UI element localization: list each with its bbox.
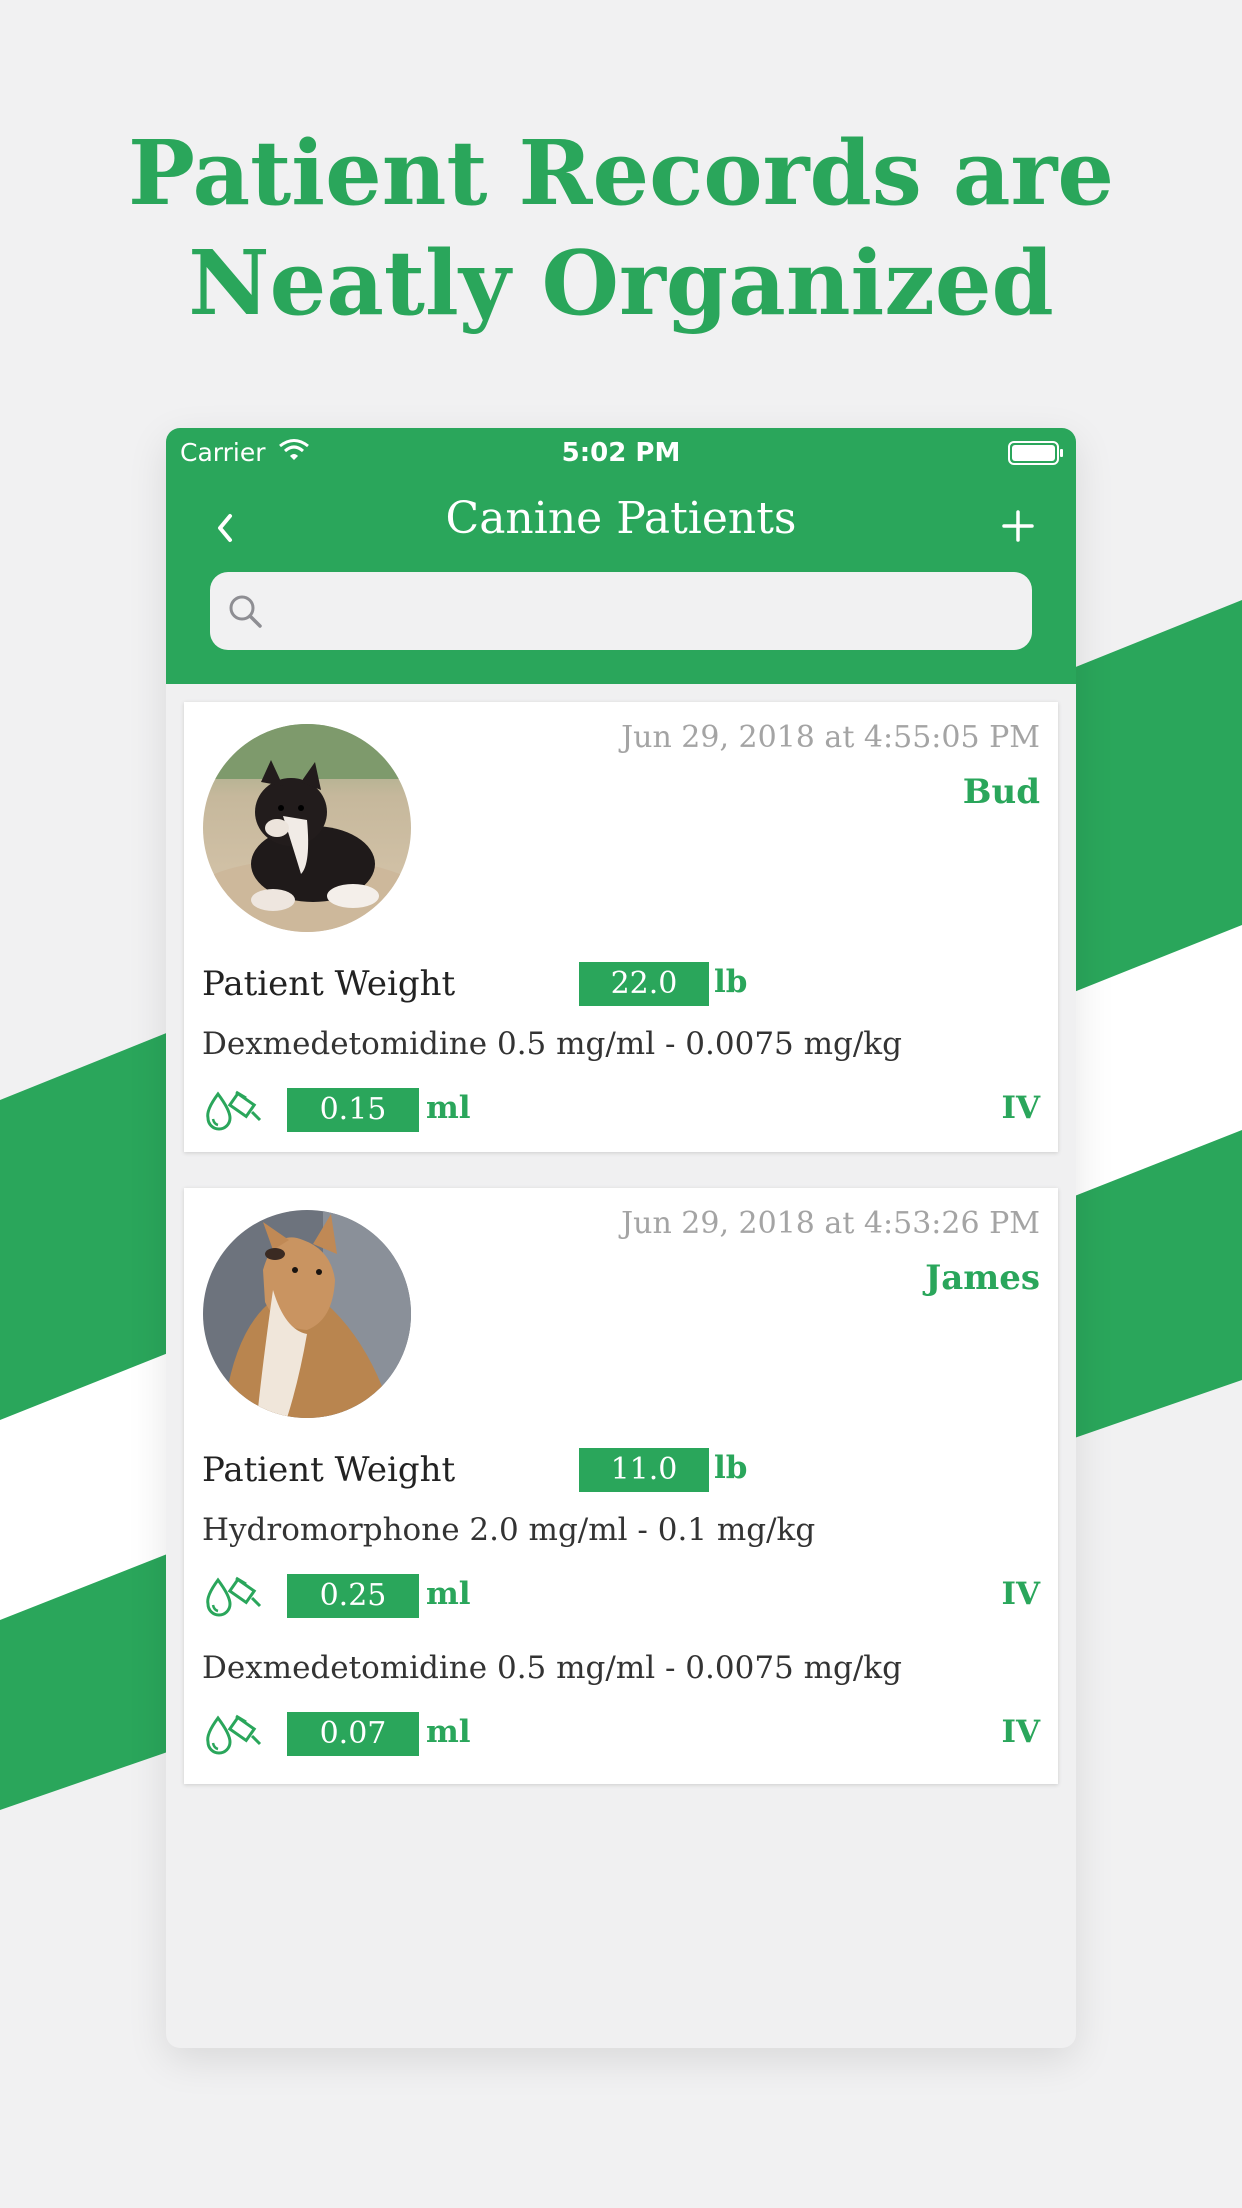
- patient-photo: [203, 1210, 411, 1418]
- weight-value: 11.0: [579, 1448, 709, 1492]
- patient-name: Bud: [962, 772, 1040, 812]
- patient-name: James: [925, 1258, 1040, 1298]
- patient-card[interactable]: Jun 29, 2018 at 4:55:05 PM Bud Patient W…: [184, 702, 1058, 1152]
- dose-unit: ml: [426, 1090, 471, 1126]
- headline: Patient Records are Neatly Organized: [0, 118, 1242, 338]
- dropper-syringe-icon: [206, 1714, 262, 1755]
- app-header: Carrier 5:02 PM Canine Patients: [166, 428, 1076, 684]
- weight-value: 22.0: [579, 962, 709, 1006]
- record-date: Jun 29, 2018 at 4:55:05 PM: [621, 720, 1040, 755]
- status-bar: Carrier 5:02 PM: [166, 428, 1076, 480]
- patient-photo: [203, 724, 411, 932]
- dose-value: 0.25: [287, 1574, 419, 1618]
- weight-label: Patient Weight: [202, 964, 456, 1004]
- search-input[interactable]: [280, 586, 1014, 638]
- phone-screen: Carrier 5:02 PM Canine Patients Jun 29, …: [166, 428, 1076, 2048]
- weight-unit: lb: [714, 964, 748, 1000]
- status-time: 5:02 PM: [561, 438, 681, 468]
- dose-value: 0.07: [287, 1712, 419, 1756]
- medication-name: Hydromorphone 2.0 mg/ml - 0.1 mg/kg: [202, 1512, 816, 1548]
- nav-title: Canine Patients: [445, 493, 797, 544]
- route-label: IV: [1001, 1714, 1040, 1750]
- patient-card[interactable]: Jun 29, 2018 at 4:53:26 PM James Patient…: [184, 1188, 1058, 1784]
- dropper-syringe-icon: [206, 1576, 262, 1617]
- medication-name: Dexmedetomidine 0.5 mg/ml - 0.0075 mg/kg: [202, 1026, 902, 1062]
- record-date: Jun 29, 2018 at 4:53:26 PM: [621, 1206, 1040, 1241]
- medication-name: Dexmedetomidine 0.5 mg/ml - 0.0075 mg/kg: [202, 1650, 902, 1686]
- battery-icon: [1008, 441, 1063, 465]
- headline-line-1: Patient Records are: [127, 120, 1115, 225]
- route-label: IV: [1001, 1576, 1040, 1612]
- weight-label: Patient Weight: [202, 1450, 456, 1490]
- dose-value: 0.15: [287, 1088, 419, 1132]
- search-icon: [229, 595, 262, 628]
- weight-unit: lb: [714, 1450, 748, 1486]
- plus-icon[interactable]: [996, 504, 1040, 548]
- headline-line-2: Neatly Organized: [188, 230, 1054, 335]
- route-label: IV: [1001, 1090, 1040, 1126]
- dose-unit: ml: [426, 1576, 471, 1612]
- dropper-syringe-icon: [206, 1090, 262, 1131]
- search-bar[interactable]: [210, 572, 1032, 650]
- dose-unit: ml: [426, 1714, 471, 1750]
